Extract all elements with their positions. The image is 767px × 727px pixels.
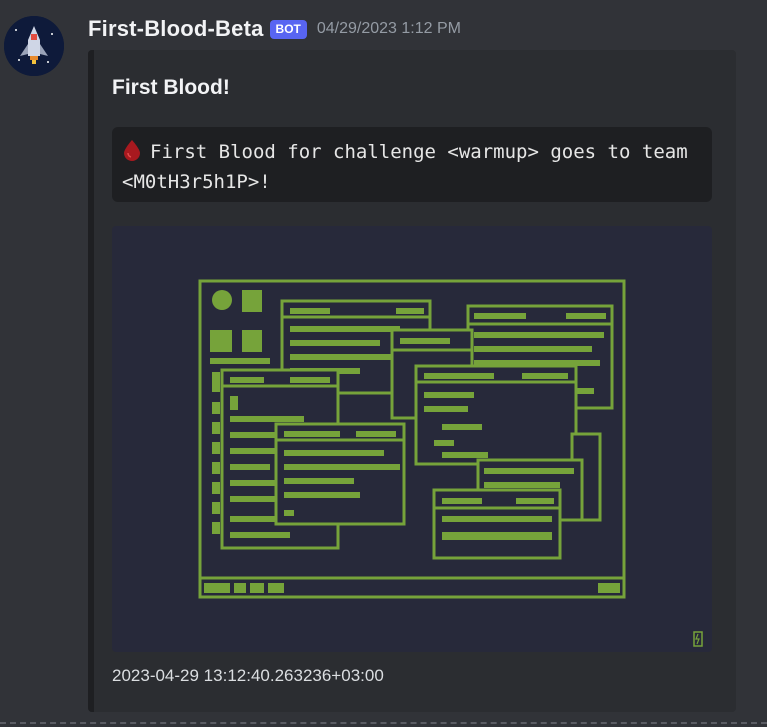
- pixel-window: [432, 488, 562, 560]
- pixel-window: [274, 422, 406, 526]
- blood-drop-icon: [122, 139, 142, 169]
- username[interactable]: First-Blood-Beta: [88, 16, 264, 42]
- retro-windows-illustration: [198, 279, 703, 647]
- avatar[interactable]: [4, 16, 64, 76]
- embed-description: First Blood for challenge <warmup> goes …: [112, 127, 712, 202]
- message-header: First-Blood-Beta BOT 04/29/2023 1:12 PM: [88, 14, 461, 44]
- embed-image[interactable]: [112, 226, 712, 652]
- battery-icon: [693, 631, 703, 647]
- embed-footer: 2023-04-29 13:12:40.263236+03:00: [112, 666, 384, 685]
- bot-badge: BOT: [269, 19, 307, 39]
- message-timestamp[interactable]: 04/29/2023 1:12 PM: [317, 20, 461, 38]
- embed: First Blood! First Blood for challenge <…: [88, 50, 736, 712]
- embed-accent-bar: [88, 50, 94, 712]
- embed-description-text: First Blood for challenge <warmup> goes …: [122, 141, 700, 193]
- pixel-window: [414, 364, 578, 466]
- embed-title: First Blood!: [112, 76, 230, 99]
- message-divider: [0, 722, 767, 724]
